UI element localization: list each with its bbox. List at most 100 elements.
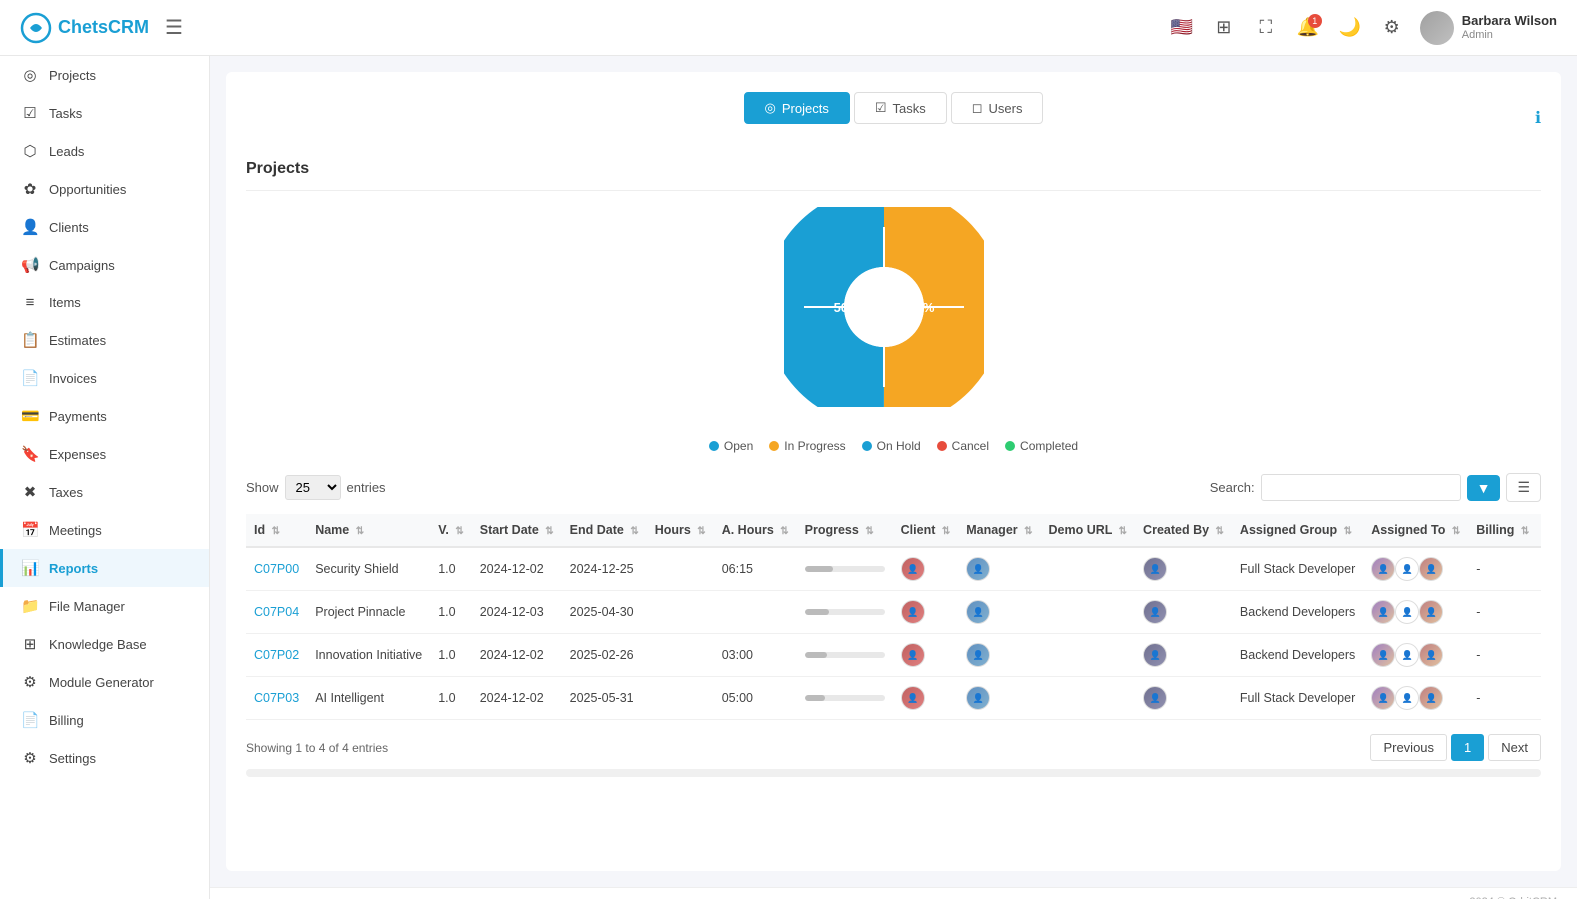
cell-assigned-group: Backend Developers (1232, 591, 1363, 634)
horizontal-scrollbar[interactable] (246, 769, 1541, 777)
cell-billing: - (1468, 547, 1537, 591)
sidebar-item-file-manager[interactable]: 📁 File Manager (0, 587, 209, 625)
page-1-button[interactable]: 1 (1451, 734, 1484, 761)
cell-price (1537, 677, 1541, 720)
settings-icon: ⚙ (21, 749, 39, 767)
cell-version: 1.0 (430, 591, 472, 634)
legend-dot-in-progress (769, 441, 779, 451)
col-billing[interactable]: Billing ⇅ (1468, 514, 1537, 547)
billing-icon: 📄 (21, 711, 39, 729)
col-assigned-to[interactable]: Assigned To ⇅ (1363, 514, 1468, 547)
hamburger-menu[interactable]: ☰ (165, 15, 183, 40)
language-selector[interactable]: 🇺🇸 (1168, 14, 1196, 42)
search-input[interactable] (1261, 474, 1461, 501)
filter-button[interactable]: ▼ (1467, 475, 1501, 501)
col-name[interactable]: Name ⇅ (307, 514, 430, 547)
campaigns-icon: 📢 (21, 256, 39, 274)
legend-in-progress: In Progress (769, 439, 845, 453)
notification-badge: 1 (1308, 14, 1322, 28)
taxes-icon: ✖ (21, 483, 39, 501)
col-end-date[interactable]: End Date ⇅ (562, 514, 647, 547)
tab-users[interactable]: ◻ Users (951, 92, 1044, 124)
sidebar-item-invoices[interactable]: 📄 Invoices (0, 359, 209, 397)
sidebar-item-clients[interactable]: 👤 Clients (0, 208, 209, 246)
tabs: ◎ Projects ☑ Tasks ◻ Users (744, 92, 1044, 124)
sidebar-item-estimates[interactable]: 📋 Estimates (0, 321, 209, 359)
col-start-date[interactable]: Start Date ⇅ (472, 514, 562, 547)
tab-tasks[interactable]: ☑ Tasks (854, 92, 947, 124)
cell-a-hours (714, 591, 797, 634)
col-progress[interactable]: Progress ⇅ (797, 514, 893, 547)
cell-assigned-to: 👤👤👤 (1363, 634, 1468, 677)
previous-button[interactable]: Previous (1370, 734, 1447, 761)
table-row: C07P00 Security Shield 1.0 2024-12-02 20… (246, 547, 1541, 591)
col-price[interactable]: Price ⇅ (1537, 514, 1541, 547)
project-id-link[interactable]: C07P02 (254, 648, 299, 662)
col-hours[interactable]: Hours ⇅ (647, 514, 714, 547)
sidebar-item-settings[interactable]: ⚙ Settings (0, 739, 209, 777)
footer: 2024 © OrbitCRM (210, 887, 1577, 899)
cell-name: Security Shield (307, 547, 430, 591)
cell-name: Innovation Initiative (307, 634, 430, 677)
cell-client: 👤 (893, 634, 959, 677)
dark-mode-toggle[interactable]: 🌙 (1336, 14, 1364, 42)
sidebar-item-module-generator[interactable]: ⚙ Module Generator (0, 663, 209, 701)
col-client[interactable]: Client ⇅ (893, 514, 959, 547)
sidebar-item-projects[interactable]: ◎ Projects (0, 56, 209, 94)
legend-completed: Completed (1005, 439, 1078, 453)
sidebar-item-leads[interactable]: ⬡ Leads (0, 132, 209, 170)
col-created-by[interactable]: Created By ⇅ (1135, 514, 1232, 547)
sidebar-item-expenses[interactable]: 🔖 Expenses (0, 435, 209, 473)
info-icon[interactable]: ℹ (1535, 108, 1541, 128)
sidebar-item-reports[interactable]: 📊 Reports (0, 549, 209, 587)
cell-id: C07P00 (246, 547, 307, 591)
cell-version: 1.0 (430, 547, 472, 591)
sidebar-item-taxes[interactable]: ✖ Taxes (0, 473, 209, 511)
cell-created-by: 👤 (1135, 591, 1232, 634)
user-profile[interactable]: Barbara Wilson Admin (1420, 11, 1557, 45)
file-manager-icon: 📁 (21, 597, 39, 615)
sidebar-item-payments[interactable]: 💳 Payments (0, 397, 209, 435)
project-id-link[interactable]: C07P03 (254, 691, 299, 705)
sidebar-item-knowledge-base[interactable]: ⊞ Knowledge Base (0, 625, 209, 663)
legend-dot-completed (1005, 441, 1015, 451)
project-id-link[interactable]: C07P00 (254, 562, 299, 576)
sidebar-item-items[interactable]: ≡ Items (0, 284, 209, 321)
cell-created-by: 👤 (1135, 634, 1232, 677)
notifications-bell[interactable]: 🔔 1 (1294, 14, 1322, 42)
col-a-hours[interactable]: A. Hours ⇅ (714, 514, 797, 547)
search-group: Search: ▼ ☰ (1210, 473, 1541, 502)
pagination-row: Showing 1 to 4 of 4 entries Previous 1 N… (246, 734, 1541, 761)
sidebar: ◎ Projects ☑ Tasks ⬡ Leads ✿ Opportuniti… (0, 56, 210, 899)
cell-start-date: 2024-12-02 (472, 634, 562, 677)
cell-a-hours: 06:15 (714, 547, 797, 591)
tab-projects[interactable]: ◎ Projects (744, 92, 850, 124)
column-toggle-button[interactable]: ☰ (1506, 473, 1541, 502)
sidebar-item-opportunities[interactable]: ✿ Opportunities (0, 170, 209, 208)
tasks-icon: ☑ (21, 104, 39, 122)
expenses-icon: 🔖 (21, 445, 39, 463)
next-button[interactable]: Next (1488, 734, 1541, 761)
cell-manager: 👤 (958, 677, 1040, 720)
col-assigned-group[interactable]: Assigned Group ⇅ (1232, 514, 1363, 547)
col-manager[interactable]: Manager ⇅ (958, 514, 1040, 547)
settings-gear[interactable]: ⚙ (1378, 14, 1406, 42)
scroll-bar-row (246, 769, 1541, 777)
col-id[interactable]: Id ⇅ (246, 514, 307, 547)
project-id-link[interactable]: C07P04 (254, 605, 299, 619)
col-version[interactable]: V. ⇅ (430, 514, 472, 547)
fullscreen-toggle[interactable]: ⛶ (1252, 14, 1280, 42)
sidebar-item-billing[interactable]: 📄 Billing (0, 701, 209, 739)
cell-manager: 👤 (958, 547, 1040, 591)
clients-icon: 👤 (21, 218, 39, 236)
col-demo-url[interactable]: Demo URL ⇅ (1041, 514, 1136, 547)
cell-start-date: 2024-12-02 (472, 677, 562, 720)
projects-icon: ◎ (21, 66, 39, 84)
apps-grid[interactable]: ⊞ (1210, 14, 1238, 42)
entries-select[interactable]: 25 50 100 (285, 475, 341, 500)
main-content: ◎ Projects ☑ Tasks ◻ Users ℹ (210, 56, 1577, 899)
sidebar-item-tasks[interactable]: ☑ Tasks (0, 94, 209, 132)
sidebar-item-meetings[interactable]: 📅 Meetings (0, 511, 209, 549)
sidebar-item-campaigns[interactable]: 📢 Campaigns (0, 246, 209, 284)
cell-client: 👤 (893, 591, 959, 634)
